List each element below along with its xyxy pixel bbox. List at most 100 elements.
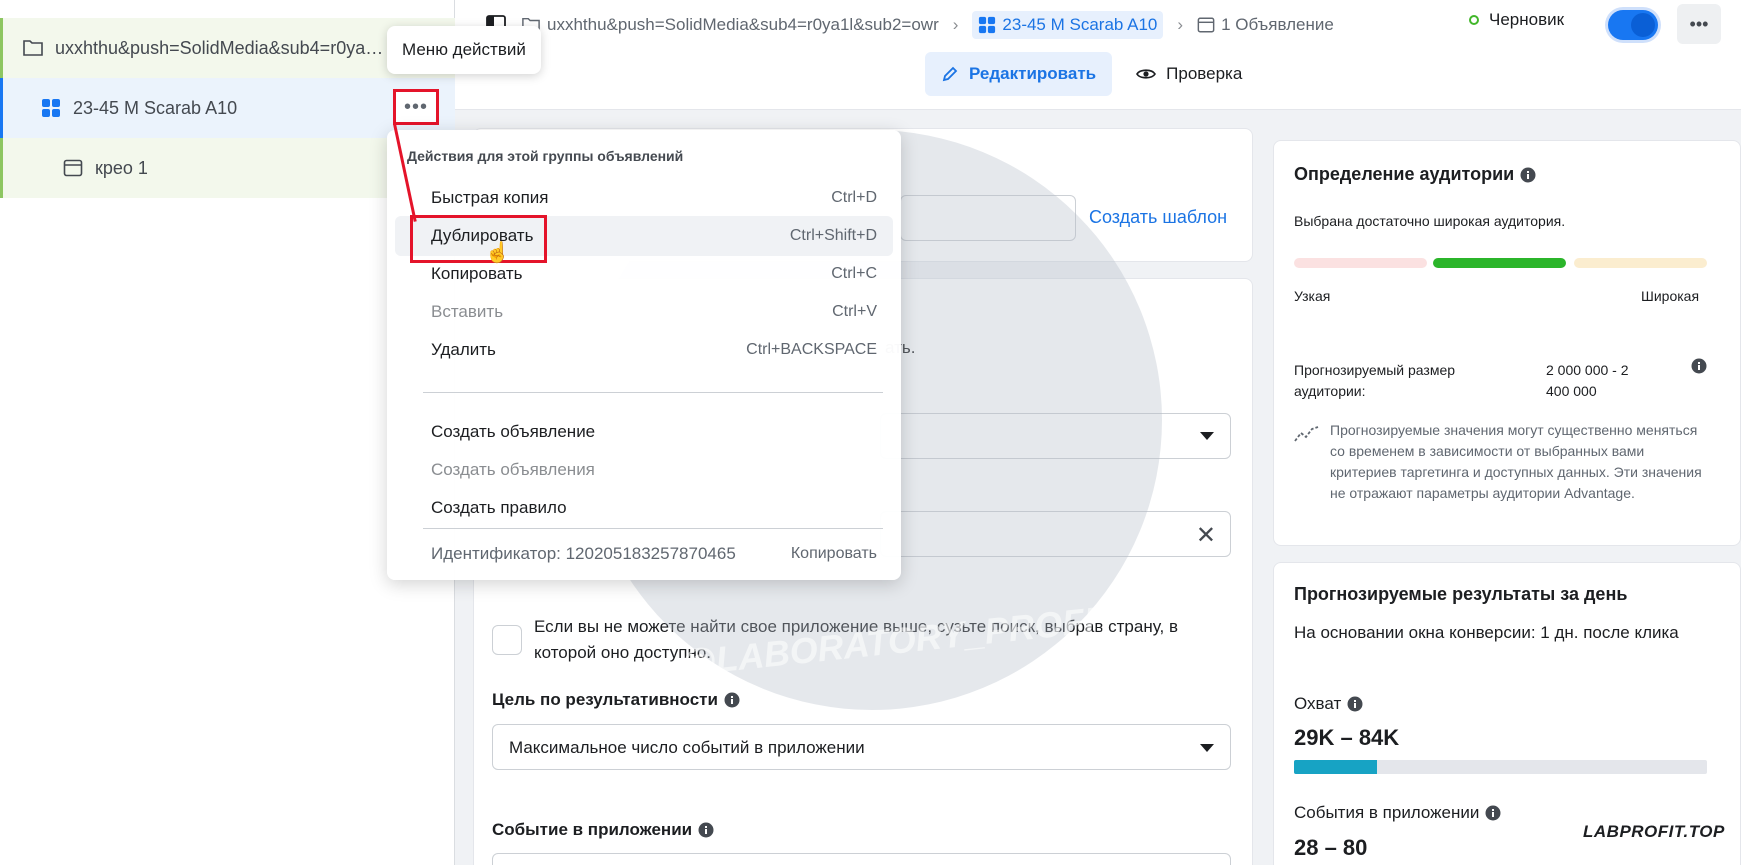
tab-review[interactable]: Проверка: [1120, 52, 1258, 96]
brand-watermark: LABPROFIT.TOP: [1583, 822, 1725, 841]
info-icon[interactable]: [1691, 358, 1707, 379]
create-template-link[interactable]: Создать шаблон: [1089, 207, 1227, 228]
copy-id-button[interactable]: Копировать: [791, 545, 877, 563]
app-store-select[interactable]: [880, 413, 1231, 459]
publish-toggle[interactable]: [1608, 10, 1658, 40]
chevron-right-icon: ›: [952, 15, 959, 34]
info-icon[interactable]: [724, 692, 740, 708]
menu-divider: [423, 392, 883, 393]
menu-item-create-rule[interactable]: Создать правило: [395, 488, 893, 528]
status-label: Черновик: [1489, 10, 1565, 29]
results-subtitle: На основании окна конверсии: 1 дн. после…: [1294, 623, 1679, 642]
breadcrumb-ad-label: 1 Объявление: [1221, 15, 1334, 34]
status-badge: Черновик: [1469, 10, 1564, 30]
status-dot-icon: [1469, 15, 1479, 25]
app-event-select[interactable]: [492, 853, 1231, 865]
results-title: Прогнозируемые результаты за день: [1294, 584, 1628, 604]
breadcrumb-adset[interactable]: 23-45 M Scarab A10: [972, 11, 1164, 39]
menu-item-delete[interactable]: Удалить Ctrl+BACKSPACE: [395, 330, 893, 370]
menu-divider: [423, 528, 883, 529]
tree-item-adset[interactable]: 23-45 M Scarab A10: [0, 78, 455, 138]
app-event-label: Событие в приложении: [492, 820, 693, 839]
info-icon[interactable]: [1485, 805, 1501, 821]
breadcrumb-adset-label: 23-45 M Scarab A10: [1002, 15, 1158, 34]
audience-size-label: Прогнозируемый размер аудитории:: [1294, 362, 1456, 399]
audience-title-label: Определение аудитории: [1294, 164, 1515, 184]
country-filter-checkbox[interactable]: [492, 625, 522, 655]
adset-grid-icon: [39, 96, 63, 120]
audience-subtitle: Выбрана достаточно широкая аудитория.: [1294, 213, 1566, 229]
events-heading: События в приложении: [1294, 803, 1501, 823]
performance-goal-heading: Цель по результативности: [492, 690, 740, 710]
audience-meter-selected: [1433, 258, 1566, 268]
breadcrumb: uxxhthu&push=SolidMedia&sub4=r0ya1l&sub2…: [485, 8, 1334, 42]
actions-menu-tooltip: Меню действий: [387, 26, 541, 74]
menu-item-identifier: Идентификатор: 120205183257870465 Копиров…: [395, 534, 893, 574]
info-icon[interactable]: [698, 822, 714, 838]
folder-icon: [21, 36, 45, 60]
audience-meter-wide: [1574, 258, 1707, 268]
menu-item-quick-copy[interactable]: Быстрая копия Ctrl+D: [395, 178, 893, 218]
menu-item-label: Быстрая копия: [431, 188, 549, 207]
meter-label-wide: Широкая: [1641, 288, 1700, 304]
toggle-knob: [1631, 13, 1655, 37]
menu-item-label: Создать правило: [431, 498, 567, 517]
adset-grid-icon: [978, 16, 996, 34]
menu-item-shortcut: Ctrl+Shift+D: [789, 227, 877, 244]
menu-item-shortcut: Ctrl+BACKSPACE: [746, 341, 877, 358]
menu-item-create-ads[interactable]: Создать объявления: [395, 450, 893, 490]
info-icon[interactable]: [1520, 167, 1536, 183]
header-more-button[interactable]: •••: [1677, 4, 1721, 44]
breadcrumb-campaign[interactable]: uxxhthu&push=SolidMedia&sub4=r0ya1l&sub2…: [521, 15, 939, 35]
menu-item-create-ad[interactable]: Создать объявление: [395, 412, 893, 452]
breadcrumb-campaign-label: uxxhthu&push=SolidMedia&sub4=r0ya1l&sub2…: [547, 15, 939, 34]
menu-item-label: Дублировать: [431, 226, 534, 245]
menu-item-label: Создать объявление: [431, 422, 596, 441]
ad-window-icon: [1197, 16, 1215, 34]
ad-window-icon: [61, 156, 85, 180]
menu-item-duplicate[interactable]: Дублировать Ctrl+Shift+D: [395, 216, 893, 256]
more-options-icon: •••: [1689, 13, 1709, 34]
adset-id-label: Идентификатор: 120205183257870465: [431, 544, 736, 563]
adset-actions-menu-button[interactable]: •••: [393, 89, 439, 125]
menu-item-label: Удалить: [431, 340, 496, 359]
meter-label-narrow: Узкая: [1294, 288, 1331, 304]
reach-bar: [1294, 760, 1707, 774]
menu-item-copy[interactable]: Копировать Ctrl+C: [395, 254, 893, 294]
audience-title: Определение аудитории: [1294, 164, 1536, 185]
events-value: 28 – 80: [1294, 835, 1368, 860]
country-filter-label: Если вы не можете найти свое приложение …: [534, 617, 1178, 662]
audience-meter-narrow: [1294, 258, 1427, 268]
menu-item-label: Копировать: [431, 264, 523, 283]
menu-item-shortcut: Ctrl+C: [831, 265, 877, 282]
info-icon[interactable]: [1347, 696, 1363, 712]
pencil-icon: [941, 65, 959, 83]
audience-size-value: 2 000 000 - 2 400 000: [1546, 362, 1629, 399]
chevron-right-icon: ›: [1177, 15, 1184, 34]
menu-header: Действия для этой группы объявлений: [407, 148, 684, 164]
performance-goal-value: Максимальное число событий в приложении: [509, 738, 865, 757]
reach-value: 29K – 84K: [1294, 725, 1400, 750]
performance-goal-label: Цель по результативности: [492, 690, 718, 709]
template-input[interactable]: [900, 195, 1076, 241]
menu-item-shortcut: Ctrl+V: [832, 303, 877, 320]
mode-tabs: Редактировать Проверка: [925, 52, 1258, 96]
clear-icon[interactable]: ✕: [1196, 521, 1216, 550]
reach-label: Охват: [1294, 694, 1342, 713]
tree-item-campaign-label: uxxhthu&push=SolidMedia&sub4=r0ya…: [55, 37, 384, 58]
tab-review-label: Проверка: [1166, 64, 1243, 83]
menu-item-label: Создать объявления: [431, 460, 595, 479]
tree-item-ad-label: крео 1: [95, 157, 148, 178]
performance-goal-select[interactable]: Максимальное число событий в приложении: [492, 724, 1231, 770]
tab-edit[interactable]: Редактировать: [925, 52, 1113, 96]
menu-item-label: Вставить: [431, 302, 504, 321]
menu-item-paste[interactable]: Вставить Ctrl+V: [395, 292, 893, 332]
tab-edit-label: Редактировать: [969, 64, 1097, 83]
breadcrumb-ad[interactable]: 1 Объявление: [1197, 15, 1334, 35]
reach-heading: Охват: [1294, 694, 1363, 714]
app-search-input[interactable]: ✕: [880, 511, 1231, 557]
caret-down-icon: [1200, 744, 1214, 752]
reach-bar-fill: [1294, 760, 1377, 774]
adset-actions-menu: Действия для этой группы объявлений Быст…: [387, 130, 901, 580]
audience-note: Прогнозируемые значения могут существенн…: [1330, 422, 1702, 501]
